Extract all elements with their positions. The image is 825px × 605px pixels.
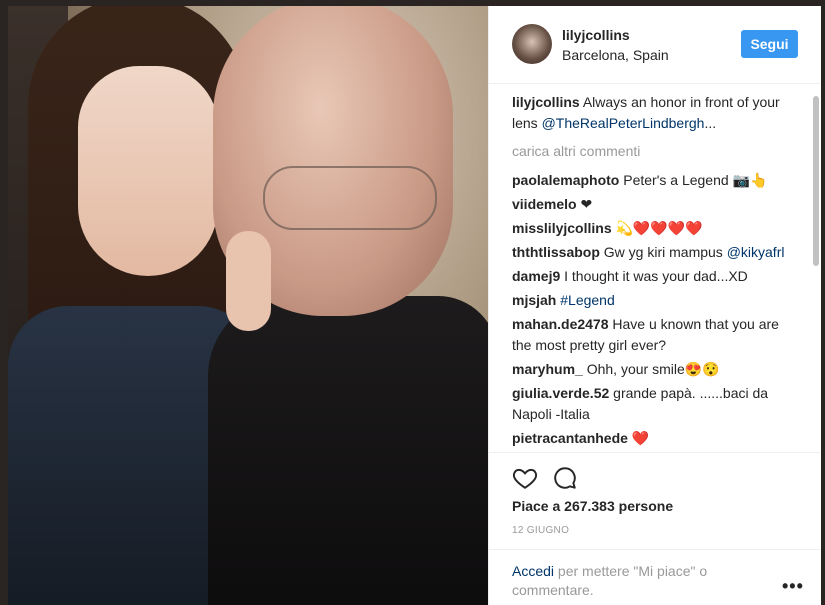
caption-username[interactable]: lilyjcollins xyxy=(512,94,580,110)
login-prompt: Accedi per mettere "Mi piace" o commenta… xyxy=(512,562,752,600)
likes-count[interactable]: Piace a 267.383 persone xyxy=(512,498,673,514)
post-photo xyxy=(8,6,488,605)
comment-item: ththtlissabop Gw yg kiri mampus @kikyafr… xyxy=(512,242,794,263)
follow-button[interactable]: Segui xyxy=(741,30,798,58)
comment-username[interactable]: maryhum_ xyxy=(512,361,583,377)
comment-item: misslilyjcollins 💫❤️❤️❤️❤️ xyxy=(512,218,794,239)
comment-username[interactable]: mjsjah xyxy=(512,292,556,308)
caption-suffix: ... xyxy=(704,115,717,131)
post-date: 12 GIUGNO xyxy=(512,525,570,536)
photo-woman-face xyxy=(78,66,218,276)
comment-item: giulia.verde.52 grande papà. ......baci … xyxy=(512,383,794,425)
comment-mention[interactable]: @kikyafrl xyxy=(727,244,785,260)
comment-username[interactable]: pietracantanhede xyxy=(512,430,628,446)
comment-text: ❤ xyxy=(580,196,593,212)
photo-hand xyxy=(226,231,271,331)
comment-item: maryhum_ Ohh, your smile😍😯 xyxy=(512,359,794,380)
comment-username[interactable]: viidemelo xyxy=(512,196,577,212)
comment-item: viidemelo ❤ xyxy=(512,194,794,215)
comment-item: damej9 I thought it was your dad...XD xyxy=(512,266,794,287)
post-header: lilyjcollins Barcelona, Spain Segui xyxy=(489,6,821,84)
comment-username[interactable]: ththtlissabop xyxy=(512,244,600,260)
comment-username[interactable]: giulia.verde.52 xyxy=(512,385,609,401)
comment-hashtag[interactable]: #Legend xyxy=(560,292,615,308)
comment-username[interactable]: mahan.de2478 xyxy=(512,316,609,332)
comment-item: mahan.de2478 Have u known that you are t… xyxy=(512,314,794,356)
post-username[interactable]: lilyjcollins xyxy=(562,27,630,43)
comment-text: Gw yg kiri mampus xyxy=(603,244,723,260)
comment-text: 💫❤️❤️❤️❤️ xyxy=(615,220,703,236)
comment-username[interactable]: misslilyjcollins xyxy=(512,220,612,236)
comment-username[interactable]: paolalemaphoto xyxy=(512,172,619,188)
photo-glasses xyxy=(263,166,437,230)
post-location[interactable]: Barcelona, Spain xyxy=(562,47,669,63)
login-row: Accedi per mettere "Mi piace" o commenta… xyxy=(489,549,821,604)
comment-text: ❤️ xyxy=(631,430,650,446)
login-link[interactable]: Accedi xyxy=(512,563,554,579)
more-options-icon[interactable]: ••• xyxy=(782,576,804,597)
caption: lilyjcollins Always an honor in front of… xyxy=(512,92,794,134)
comment-text: Ohh, your smile😍😯 xyxy=(586,361,720,377)
avatar[interactable] xyxy=(512,24,552,64)
comments-list: lilyjcollins Always an honor in front of… xyxy=(512,92,794,452)
comment-icon[interactable] xyxy=(552,465,578,491)
comment-item: pietracantanhede ❤️ xyxy=(512,428,794,449)
comment-text: I thought it was your dad...XD xyxy=(564,268,748,284)
comment-username[interactable]: damej9 xyxy=(512,268,560,284)
caption-mention[interactable]: @TheRealPeterLindbergh xyxy=(542,115,705,131)
post-actions: Piace a 267.383 persone 12 GIUGNO Accedi… xyxy=(489,452,821,603)
load-more-comments[interactable]: carica altri commenti xyxy=(512,141,794,162)
comments-scrollbar[interactable] xyxy=(813,96,819,266)
comment-item: paolalemaphoto Peter's a Legend 📷👆 xyxy=(512,170,794,191)
photo-man-body xyxy=(208,296,488,605)
comment-item: mjsjah #Legend xyxy=(512,290,794,311)
post-side-panel: lilyjcollins Barcelona, Spain Segui lily… xyxy=(488,6,821,605)
heart-icon[interactable] xyxy=(512,465,538,491)
comment-text: Peter's a Legend 📷👆 xyxy=(623,172,768,188)
